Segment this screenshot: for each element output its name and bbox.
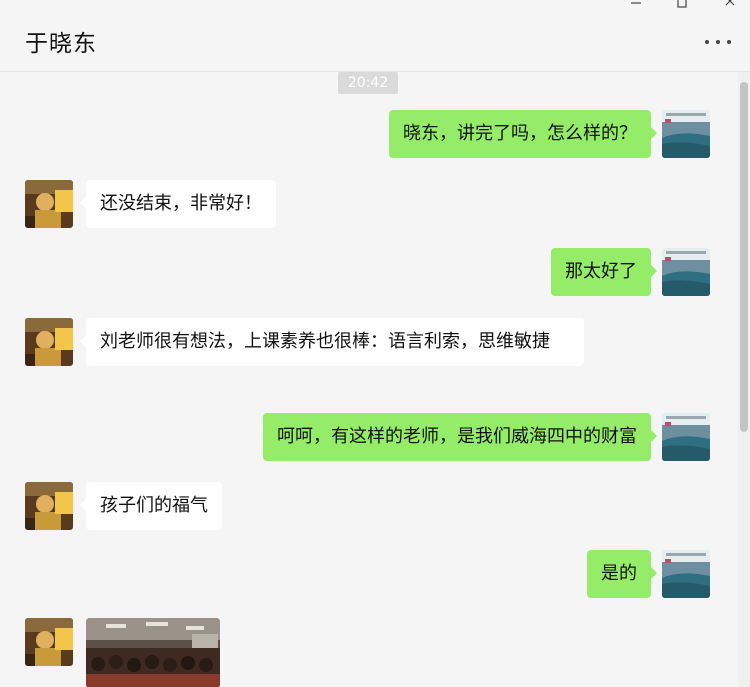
outgoing-message-bubble[interactable]: 那太好了 <box>551 248 657 296</box>
my-avatar[interactable] <box>662 550 710 598</box>
incoming-message-bubble[interactable]: 刘老师很有想法，上课素养也很棒：语言利索，思维敏捷 <box>80 318 584 366</box>
contact-avatar[interactable] <box>25 482 73 530</box>
outgoing-message-bubble[interactable]: 呵呵，有这样的老师，是我们威海四中的财富 <box>263 413 657 461</box>
my-avatar[interactable] <box>662 413 710 461</box>
chat-header: 于晓东 <box>0 0 750 72</box>
outgoing-message-bubble[interactable]: 是的 <box>587 550 657 598</box>
scrollbar-thumb[interactable] <box>740 82 748 432</box>
outgoing-message-bubble[interactable]: 晓东，讲完了吗，怎么样的？ <box>389 110 657 158</box>
image-message[interactable] <box>86 618 220 687</box>
my-avatar[interactable] <box>662 248 710 296</box>
more-icon[interactable] <box>704 30 732 48</box>
minimize-icon[interactable] <box>625 0 647 16</box>
my-avatar[interactable] <box>662 110 710 158</box>
incoming-message-bubble[interactable]: 孩子们的福气 <box>80 482 222 530</box>
contact-avatar[interactable] <box>25 618 73 666</box>
close-icon[interactable] <box>719 0 741 16</box>
contact-avatar[interactable] <box>25 180 73 228</box>
maximize-icon[interactable] <box>671 0 693 16</box>
contact-avatar[interactable] <box>25 318 73 366</box>
contact-name: 于晓东 <box>25 31 97 57</box>
message-timestamp: 20:42 <box>338 72 398 94</box>
chat-scrollbar[interactable] <box>738 72 750 687</box>
incoming-message-bubble[interactable]: 还没结束，非常好！ <box>80 180 276 228</box>
